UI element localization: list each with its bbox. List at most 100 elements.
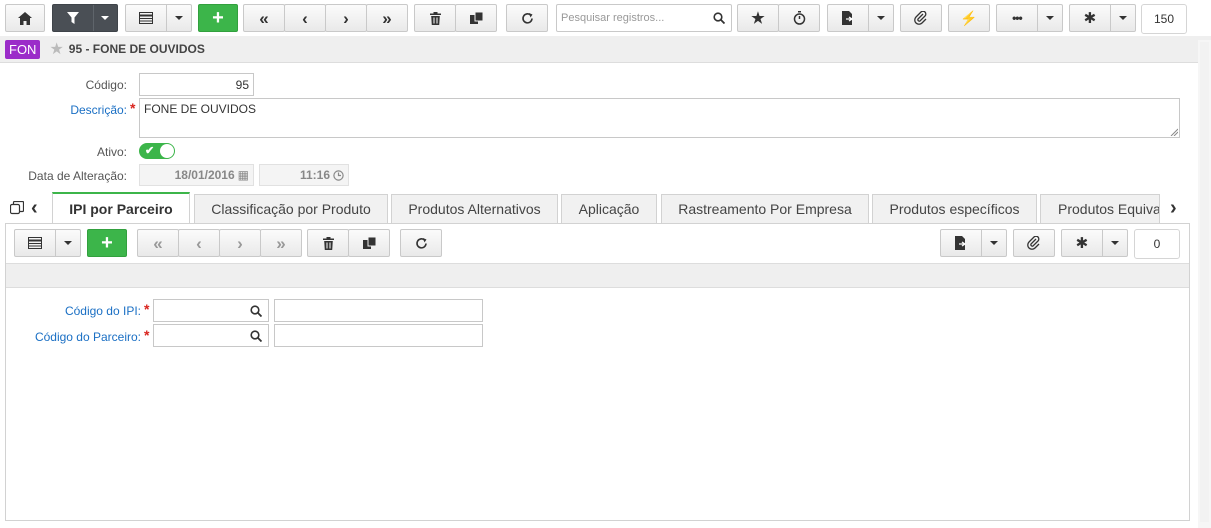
sub-last-button[interactable]: » (260, 229, 302, 257)
time-value: 11:16 (299, 168, 330, 182)
settings-dropdown[interactable] (1109, 5, 1135, 31)
ellipsis-icon: ••• (1012, 11, 1023, 25)
chevron-down-icon (174, 16, 183, 20)
search-box[interactable] (556, 4, 732, 32)
sub-export-button[interactable] (940, 229, 1007, 257)
required-indicator: * (144, 301, 150, 317)
more-dropdown[interactable] (1036, 5, 1062, 31)
sub-duplicate-button[interactable] (348, 229, 390, 257)
sub-view-mode-dropdown[interactable] (54, 230, 80, 256)
sub-previous-button[interactable]: ‹ (178, 229, 220, 257)
delete-button[interactable] (414, 4, 456, 32)
filter-dropdown[interactable] (92, 5, 117, 31)
sub-export-dropdown[interactable] (980, 230, 1006, 256)
check-icon: ✔ (145, 145, 155, 157)
attach-button[interactable] (900, 4, 942, 32)
double-chevron-right-icon: » (276, 233, 286, 253)
refresh-button[interactable] (506, 4, 548, 32)
home-icon (18, 11, 32, 25)
copy-icon (362, 237, 376, 249)
export-dropdown[interactable] (867, 5, 893, 31)
data-alteracao-date: 18/01/2016 ▦ (139, 164, 254, 186)
tabs-scroll-left-icon[interactable]: ‹ (31, 197, 38, 220)
descricao-field[interactable]: FONE DE OUVIDOS (139, 98, 1180, 138)
tab-list-icon[interactable] (10, 201, 24, 215)
tab-ipi-por-parceiro[interactable]: IPI por Parceiro (52, 192, 190, 224)
trash-icon (322, 236, 334, 250)
double-chevron-left-icon: « (153, 233, 163, 253)
codigo-ipi-label: Código do IPI: (64, 304, 141, 318)
plus-icon: + (212, 7, 224, 29)
tab-rastreamento-por-empresa[interactable]: Rastreamento Por Empresa (661, 194, 869, 224)
entity-badge: FON (5, 39, 41, 59)
last-record-button[interactable]: » (366, 4, 408, 32)
previous-record-button[interactable]: ‹ (284, 4, 326, 32)
tab-produtos-equivalentes[interactable]: Produtos Equiva (1040, 194, 1160, 224)
timer-button[interactable] (778, 4, 820, 32)
sub-add-button[interactable]: + (87, 229, 127, 257)
tab-produtos-alternativos[interactable]: Produtos Alternativos (391, 194, 558, 224)
record-title-bar: FON ★ 95 - FONE DE OUVIDOS (0, 36, 1211, 63)
codigo-parceiro-field[interactable] (153, 324, 269, 347)
sub-delete-button[interactable] (307, 229, 349, 257)
sub-attach-button[interactable] (1013, 229, 1055, 257)
required-indicator: * (130, 100, 136, 116)
settings-button[interactable]: ✱ (1069, 4, 1136, 32)
more-button[interactable]: ••• (996, 4, 1063, 32)
chevron-down-icon (63, 241, 72, 245)
home-button[interactable] (5, 4, 45, 32)
ativo-label: Ativo: (96, 145, 127, 159)
favorite-button[interactable]: ★ (737, 4, 779, 32)
sub-refresh-button[interactable] (400, 229, 442, 257)
stopwatch-icon (793, 11, 805, 25)
view-mode-dropdown[interactable] (165, 5, 191, 31)
page-scrollbar[interactable] (1198, 40, 1211, 528)
star-icon: ★ (751, 9, 765, 27)
filter-icon (53, 12, 93, 24)
search-icon[interactable] (250, 305, 262, 317)
codigo-parceiro-description (274, 324, 483, 347)
codigo-field[interactable]: 95 (139, 73, 254, 96)
search-icon[interactable] (250, 330, 262, 342)
sub-settings-dropdown[interactable] (1101, 230, 1127, 256)
tabs-bar: ‹ IPI por Parceiro Classificação por Pro… (0, 192, 1211, 224)
codigo-parceiro-label: Código do Parceiro: (34, 330, 141, 344)
tab-classificacao-por-produto[interactable]: Classificação por Produto (194, 194, 388, 224)
sub-settings-button[interactable]: ✱ (1061, 229, 1128, 257)
data-alteracao-time: 11:16 (259, 164, 349, 186)
chevron-left-icon: ‹ (302, 8, 308, 28)
search-icon[interactable] (713, 12, 725, 24)
scrollbar-thumb[interactable] (1200, 42, 1209, 522)
duplicate-button[interactable] (455, 4, 497, 32)
first-record-button[interactable]: « (243, 4, 285, 32)
actions-button[interactable]: ⚡ (948, 4, 990, 32)
export-button[interactable] (827, 4, 894, 32)
search-input[interactable] (561, 12, 711, 24)
view-mode-button[interactable] (125, 4, 192, 32)
resize-handle-icon[interactable] (1170, 128, 1178, 136)
tab-produtos-especificos[interactable]: Produtos específicos (872, 194, 1037, 224)
add-button[interactable]: + (198, 4, 238, 32)
codigo-ipi-field[interactable] (153, 299, 269, 322)
tabs-scroll-right-icon[interactable]: › (1170, 197, 1177, 220)
codigo-label: Código: (85, 78, 127, 92)
next-record-button[interactable]: › (325, 4, 367, 32)
chevron-left-icon: ‹ (196, 233, 202, 253)
ativo-toggle[interactable]: ✔ (139, 143, 175, 159)
toggle-knob (160, 144, 174, 158)
favorite-star-icon[interactable]: ★ (49, 39, 63, 59)
sub-record-count: 0 (1134, 229, 1180, 259)
sub-first-button[interactable]: « (137, 229, 179, 257)
paperclip-icon (914, 11, 927, 25)
double-chevron-left-icon: « (259, 8, 269, 28)
sub-view-mode-button[interactable] (14, 229, 81, 257)
grid-icon (126, 12, 166, 24)
filter-button[interactable] (52, 4, 118, 32)
gear-icon: ✱ (1083, 10, 1097, 27)
chevron-down-icon (1118, 16, 1127, 20)
sub-next-button[interactable]: › (219, 229, 261, 257)
tab-aplicacao[interactable]: Aplicação (561, 194, 657, 224)
lightning-icon: ⚡ (960, 10, 978, 26)
copy-icon (469, 12, 483, 24)
data-alteracao-label: Data de Alteração: (28, 169, 127, 183)
